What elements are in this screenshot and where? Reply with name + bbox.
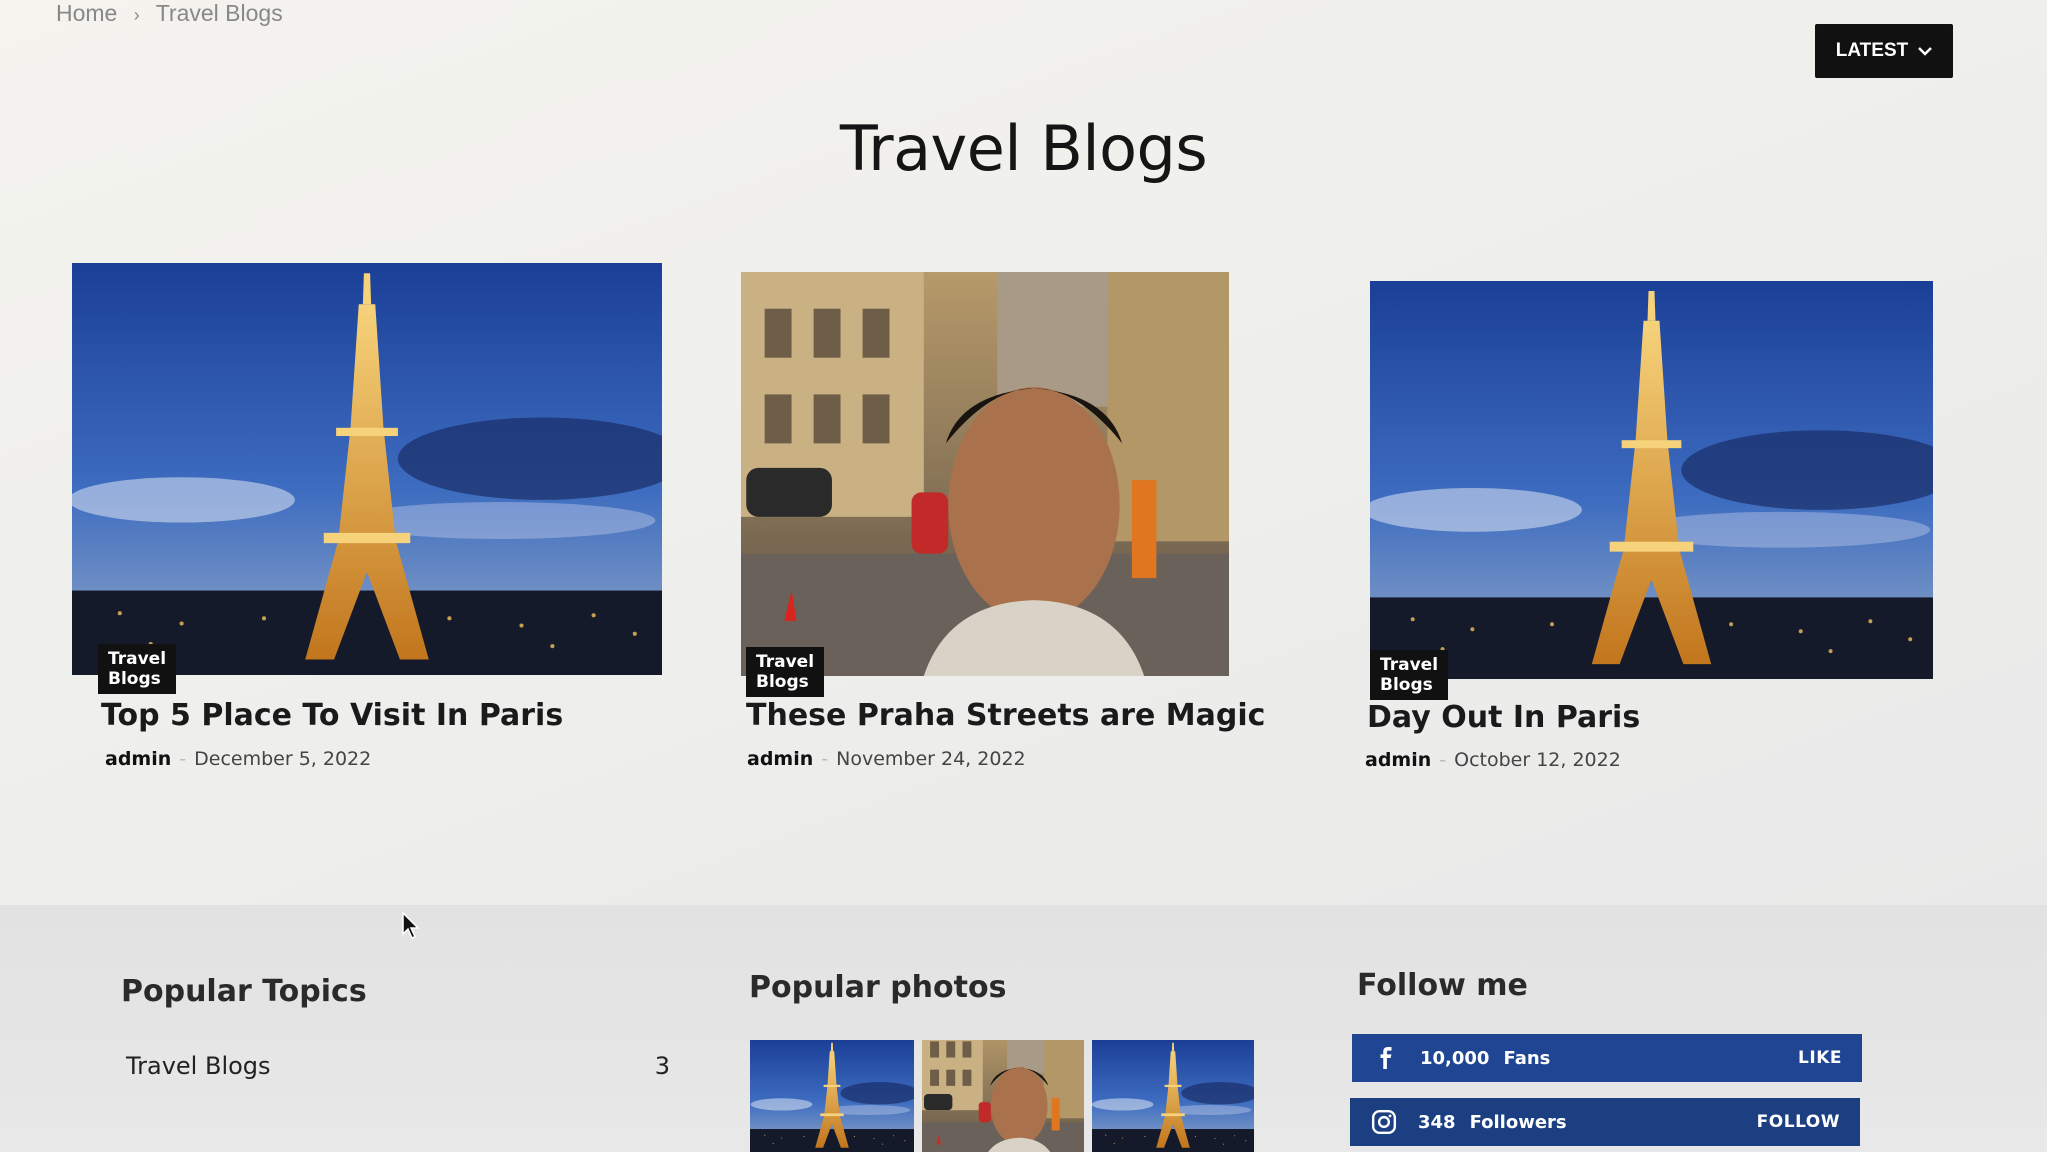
meta-separator: - [821, 748, 829, 770]
meta-separator: - [1439, 749, 1447, 771]
facebook-count: 10,000 [1420, 1047, 1490, 1069]
post-meta: admin - November 24, 2022 [747, 748, 1026, 770]
topic-item[interactable]: Travel Blogs 3 [126, 1052, 670, 1080]
popular-photos-title: Popular photos [749, 970, 1007, 1005]
post-thumbnail[interactable] [1370, 281, 1933, 679]
category-badge[interactable]: Travel Blogs [1370, 650, 1449, 700]
post-date: November 24, 2022 [836, 748, 1026, 770]
popular-photo[interactable] [1092, 1040, 1254, 1152]
popular-photo[interactable] [922, 1040, 1084, 1152]
category-badge[interactable]: Travel Blogs [98, 644, 177, 694]
mouse-cursor-icon [402, 912, 420, 940]
instagram-count: 348 [1418, 1111, 1456, 1133]
post-meta: admin - October 12, 2022 [1365, 749, 1621, 771]
post-author[interactable]: admin [747, 748, 813, 770]
facebook-action: LIKE [1798, 1048, 1842, 1068]
instagram-icon [1370, 1108, 1398, 1136]
selfie-street-image [741, 272, 1229, 676]
topic-label[interactable]: Travel Blogs [126, 1052, 271, 1080]
facebook-icon [1372, 1044, 1400, 1072]
post-title[interactable]: Top 5 Place To Visit In Paris [101, 698, 563, 733]
follow-me-title: Follow me [1357, 968, 1528, 1003]
post-title[interactable]: Day Out In Paris [1367, 700, 1640, 735]
post-thumbnail[interactable] [72, 263, 662, 675]
chevron-down-icon [1918, 47, 1933, 56]
topic-count: 3 [654, 1052, 670, 1080]
post-meta: admin - December 5, 2022 [105, 748, 371, 770]
breadcrumb-home-link[interactable]: Home [56, 0, 117, 26]
post-author[interactable]: admin [105, 748, 171, 770]
instagram-label: Followers [1469, 1111, 1567, 1133]
eiffel-tower-image [1370, 281, 1933, 679]
post-title[interactable]: These Praha Streets are Magic [746, 698, 1265, 733]
selfie-street-image [922, 1040, 1084, 1152]
sort-label: LATEST [1835, 40, 1909, 61]
instagram-action: FOLLOW [1756, 1112, 1840, 1132]
eiffel-tower-image [1092, 1040, 1254, 1152]
popular-topics-title: Popular Topics [121, 974, 367, 1009]
post-date: October 12, 2022 [1454, 749, 1621, 771]
sort-dropdown-button[interactable]: LATEST [1815, 24, 1953, 78]
post-author[interactable]: admin [1365, 749, 1431, 771]
meta-separator: - [179, 748, 187, 770]
eiffel-tower-image [72, 263, 662, 675]
breadcrumb-current: Travel Blogs [155, 0, 283, 26]
eiffel-tower-image [750, 1040, 914, 1152]
post-thumbnail[interactable] [741, 272, 1229, 676]
facebook-label: Fans [1503, 1047, 1551, 1069]
popular-photo[interactable] [750, 1040, 914, 1152]
facebook-follow-button[interactable]: 10,000 Fans LIKE [1352, 1034, 1862, 1082]
breadcrumb-separator-icon: › [133, 5, 140, 25]
instagram-follow-button[interactable]: 348 Followers FOLLOW [1350, 1098, 1860, 1146]
page-title: Travel Blogs [839, 112, 1208, 185]
post-date: December 5, 2022 [194, 748, 372, 770]
breadcrumb: Home › Travel Blogs [56, 0, 283, 27]
category-badge[interactable]: Travel Blogs [746, 647, 825, 697]
